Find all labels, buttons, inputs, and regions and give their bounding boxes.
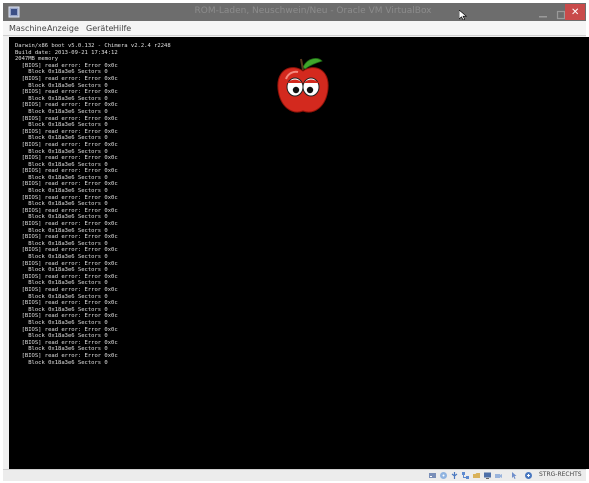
console-line: [BIOS] read error: Error 0x0c <box>15 234 118 241</box>
console-line: [BIOS] read error: Error 0x0c <box>15 128 118 135</box>
console-line: Block 0x18a3e6 Sectors 0 <box>15 240 108 247</box>
chimera-apple-logo <box>277 58 329 113</box>
close-button[interactable]: ✕ <box>565 4 585 20</box>
console-line: [BIOS] read error: Error 0x0c <box>15 62 118 69</box>
console-line: Block 0x18a3e6 Sectors 0 <box>15 201 108 208</box>
display-icon[interactable] <box>483 471 492 480</box>
console-line: [BIOS] read error: Error 0x0c <box>15 75 118 82</box>
console-line: [BIOS] read error: Error 0x0c <box>15 273 118 280</box>
status-bar: STRG-RECHTS <box>3 469 586 481</box>
console-line: [BIOS] read error: Error 0x0c <box>15 181 118 188</box>
console-line: Block 0x18a3e6 Sectors 0 <box>15 108 108 115</box>
console-line: [BIOS] read error: Error 0x0c <box>15 286 118 293</box>
console-line: [BIOS] read error: Error 0x0c <box>15 155 118 162</box>
console-line: Block 0x18a3e6 Sectors 0 <box>15 82 108 89</box>
usb-icon[interactable] <box>450 471 459 480</box>
menu-bar: Maschine Anzeige Geräte Hilfe <box>3 21 586 36</box>
console-line: [BIOS] read error: Error 0x0c <box>15 247 118 254</box>
console-line: Block 0x18a3e6 Sectors 0 <box>15 333 108 340</box>
console-line: Block 0x18a3e6 Sectors 0 <box>15 267 108 274</box>
console-line: Block 0x18a3e6 Sectors 0 <box>15 135 108 142</box>
console-line: [BIOS] read error: Error 0x0c <box>15 300 118 307</box>
console-line: Build date: 2013-09-21 17:34:12 <box>15 49 118 56</box>
console-line: [BIOS] read error: Error 0x0c <box>15 352 118 359</box>
console-line: [BIOS] read error: Error 0x0c <box>15 326 118 333</box>
console-line: Block 0x18a3e6 Sectors 0 <box>15 95 108 102</box>
window-title: ROM-Laden, Neuschwein/Neu - Oracle VM Vi… <box>194 6 432 16</box>
console-line: [BIOS] read error: Error 0x0c <box>15 115 118 122</box>
console-line: [BIOS] read error: Error 0x0c <box>15 141 118 148</box>
maximize-button[interactable] <box>548 7 566 20</box>
console-line: Block 0x18a3e6 Sectors 0 <box>15 174 108 181</box>
console-line: Block 0x18a3e6 Sectors 0 <box>15 122 108 129</box>
console-line: Block 0x18a3e6 Sectors 0 <box>15 69 108 76</box>
console-line: [BIOS] read error: Error 0x0c <box>15 194 118 201</box>
optical-drive-icon[interactable] <box>439 471 448 480</box>
video-capture-icon[interactable] <box>494 471 503 480</box>
console-line: [BIOS] read error: Error 0x0c <box>15 89 118 96</box>
boot-console: Darwin/x86 boot v5.0.132 - Chimera v2.2.… <box>15 43 171 366</box>
console-line: [BIOS] read error: Error 0x0c <box>15 260 118 267</box>
title-bar[interactable]: ROM-Laden, Neuschwein/Neu - Oracle VM Vi… <box>3 3 586 21</box>
host-key-label: STRG-RECHTS <box>539 471 582 478</box>
console-line: [BIOS] read error: Error 0x0c <box>15 207 118 214</box>
virtualbox-window: ROM-Laden, Neuschwein/Neu - Oracle VM Vi… <box>3 3 589 481</box>
mouse-integration-icon[interactable] <box>510 471 519 480</box>
vm-screen[interactable]: Darwin/x86 boot v5.0.132 - Chimera v2.2.… <box>9 37 589 469</box>
network-icon[interactable] <box>461 471 470 480</box>
menu-hilfe[interactable]: Hilfe <box>113 24 131 33</box>
minimize-button[interactable] <box>530 7 547 18</box>
hdd-icon[interactable] <box>428 471 437 480</box>
shared-folder-icon[interactable] <box>472 471 481 480</box>
console-line: [BIOS] read error: Error 0x0c <box>15 339 118 346</box>
console-line: Block 0x18a3e6 Sectors 0 <box>15 280 108 287</box>
console-line: [BIOS] read error: Error 0x0c <box>15 313 118 320</box>
console-line: [BIOS] read error: Error 0x0c <box>15 168 118 175</box>
console-line: Block 0x18a3e6 Sectors 0 <box>15 346 108 353</box>
console-line: Block 0x18a3e6 Sectors 0 <box>15 161 108 168</box>
console-line: [BIOS] read error: Error 0x0c <box>15 221 118 228</box>
menu-anzeige[interactable]: Anzeige <box>47 24 79 33</box>
console-line: Block 0x18a3e6 Sectors 0 <box>15 188 108 195</box>
console-line: 2047MB memory <box>15 56 59 63</box>
menu-maschine[interactable]: Maschine <box>9 24 47 33</box>
console-line: Block 0x18a3e6 Sectors 0 <box>15 214 108 221</box>
console-line: Block 0x18a3e6 Sectors 0 <box>15 148 108 155</box>
console-line: Block 0x18a3e6 Sectors 0 <box>15 319 108 326</box>
console-line: Block 0x18a3e6 Sectors 0 <box>15 227 108 234</box>
console-line: Darwin/x86 boot v5.0.132 - Chimera v2.2.… <box>15 43 171 49</box>
console-line: Block 0x18a3e6 Sectors 0 <box>15 293 108 300</box>
console-line: [BIOS] read error: Error 0x0c <box>15 102 118 109</box>
console-line: Block 0x18a3e6 Sectors 0 <box>15 254 108 260</box>
virtualbox-icon <box>8 6 20 18</box>
console-line: Block 0x18a3e6 Sectors 0 <box>15 306 108 313</box>
console-line: Block 0x18a3e6 Sectors 0 <box>15 359 108 366</box>
menu-geraete[interactable]: Geräte <box>86 24 113 33</box>
close-icon: ✕ <box>571 7 580 18</box>
mouse-pointer-icon <box>459 10 467 20</box>
keyboard-icon[interactable] <box>524 471 533 480</box>
